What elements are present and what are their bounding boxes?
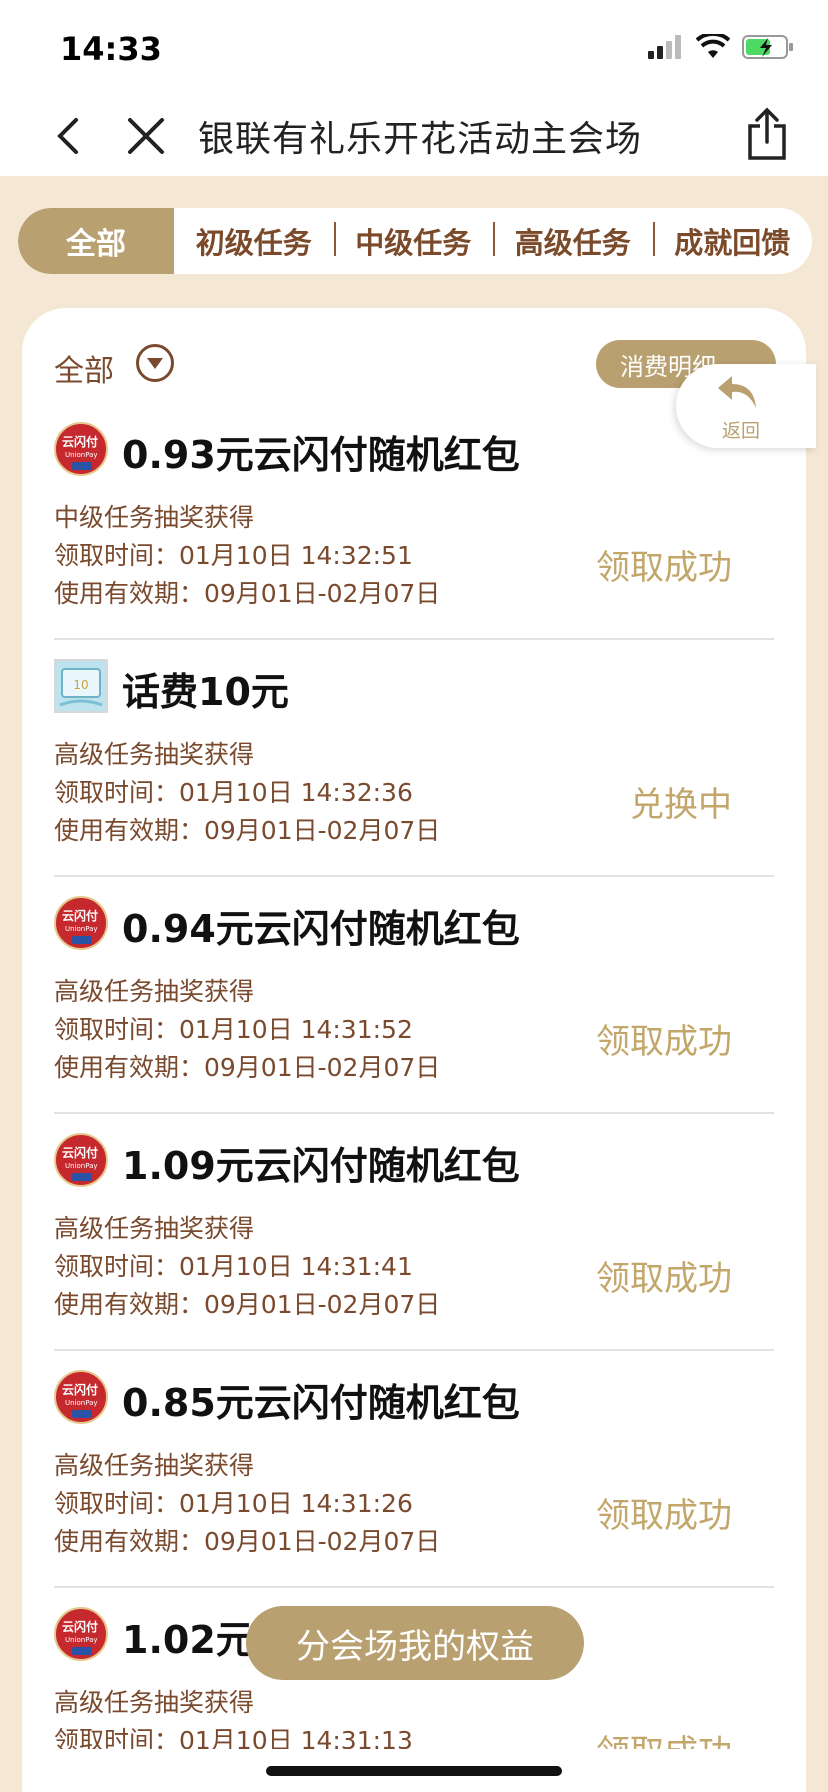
record-item[interactable]: 云闪付 UnionPay 0.85元云闪付随机红包 高级任务抽奖获得 领取时间：… bbox=[54, 1352, 774, 1588]
signal-icon bbox=[648, 35, 681, 59]
record-title: 1.09元云闪付随机红包 bbox=[122, 1144, 520, 1188]
record-time: 领取时间：01月10日 14:32:51 bbox=[54, 541, 413, 570]
record-status: 领取成功 bbox=[596, 1496, 732, 1536]
filter-label[interactable]: 全部 bbox=[54, 346, 114, 390]
record-status: 领取成功 bbox=[596, 1022, 732, 1062]
record-item[interactable]: 云闪付 UnionPay 1.09元云闪付随机红包 高级任务抽奖获得 领取时间：… bbox=[54, 1115, 774, 1351]
back-icon[interactable] bbox=[44, 110, 96, 162]
unionpay-icon-text: 云闪付 bbox=[62, 1383, 99, 1397]
record-time: 领取时间：01月10日 14:31:41 bbox=[54, 1252, 413, 1281]
tab-all[interactable]: 全部 bbox=[18, 208, 174, 274]
unionpay-icon-text: 云闪付 bbox=[62, 1620, 99, 1634]
return-label: 返回 bbox=[722, 420, 761, 442]
record-validity: 使用有效期：09月01日-02月07日 bbox=[54, 1053, 441, 1082]
unionpay-icon-text: 云闪付 bbox=[62, 909, 99, 923]
record-source: 高级任务抽奖获得 bbox=[54, 740, 255, 769]
tab-advanced[interactable]: 高级任务 bbox=[493, 220, 653, 262]
unionpay-icon-text: 云闪付 bbox=[62, 1146, 99, 1160]
nav-bar: 银联有礼乐开花活动主会场 bbox=[0, 96, 828, 176]
dropdown-icon[interactable] bbox=[136, 344, 174, 382]
record-item[interactable]: 云闪付 UnionPay 0.93元云闪付随机红包 中级任务抽奖获得 领取时间：… bbox=[54, 404, 774, 640]
record-title: 0.94元云闪付随机红包 bbox=[122, 907, 520, 951]
record-title: 0.85元云闪付随机红包 bbox=[122, 1381, 520, 1425]
tab-achievement[interactable]: 成就回馈 bbox=[652, 220, 813, 262]
record-validity: 使用有效期：09月01日-02月07日 bbox=[54, 1527, 441, 1556]
record-title: 话费10元 bbox=[122, 670, 289, 714]
phone-credit-icon: 10 bbox=[54, 659, 108, 713]
svg-text:10: 10 bbox=[73, 678, 88, 692]
record-source: 中级任务抽奖获得 bbox=[54, 503, 255, 532]
record-time: 领取时间：01月10日 14:32:36 bbox=[54, 778, 413, 807]
record-title: 0.93元云闪付随机红包 bbox=[122, 433, 520, 477]
record-time: 领取时间：01月10日 14:31:13 bbox=[54, 1726, 413, 1749]
close-icon[interactable] bbox=[120, 110, 172, 162]
unionpay-icon-subtext: UnionPay bbox=[65, 1399, 98, 1407]
record-validity: 使用有效期：09月01日-02月07日 bbox=[54, 816, 441, 845]
unionpay-icon: 云闪付 UnionPay bbox=[54, 422, 108, 476]
my-benefits-button[interactable]: 分会场我的权益 bbox=[246, 1606, 584, 1680]
record-source: 高级任务抽奖获得 bbox=[54, 1451, 255, 1480]
status-icons bbox=[648, 34, 794, 60]
unionpay-icon-subtext: UnionPay bbox=[65, 925, 98, 933]
my-benefits-label: 分会场我的权益 bbox=[296, 1626, 534, 1667]
unionpay-icon: 云闪付 UnionPay bbox=[54, 1133, 108, 1187]
record-status: 领取成功 bbox=[596, 548, 732, 588]
tab-intermediate[interactable]: 中级任务 bbox=[333, 220, 494, 262]
status-time: 14:33 bbox=[60, 30, 162, 68]
record-status: 兑换中 bbox=[630, 785, 732, 825]
record-status: 领取成功 bbox=[596, 1725, 732, 1749]
record-validity: 使用有效期：09月01日-02月07日 bbox=[54, 579, 441, 608]
tab-beginner[interactable]: 初级任务 bbox=[174, 220, 334, 262]
unionpay-icon: 云闪付 UnionPay bbox=[54, 1607, 108, 1661]
record-item[interactable]: 10 话费10元 高级任务抽奖获得 领取时间：01月10日 14:32:36 使… bbox=[54, 641, 774, 877]
return-icon bbox=[718, 376, 756, 408]
record-validity: 使用有效期：09月01日-02月07日 bbox=[54, 1290, 441, 1319]
unionpay-icon-subtext: UnionPay bbox=[65, 1162, 98, 1170]
return-button[interactable]: 返回 bbox=[676, 364, 816, 448]
record-status: 领取成功 bbox=[596, 1259, 732, 1299]
unionpay-icon-text: 云闪付 bbox=[62, 435, 99, 449]
home-indicator bbox=[266, 1766, 562, 1776]
record-item[interactable]: 云闪付 UnionPay 0.94元云闪付随机红包 高级任务抽奖获得 领取时间：… bbox=[54, 878, 774, 1114]
unionpay-icon-subtext: UnionPay bbox=[65, 1636, 98, 1644]
status-bar: 14:33 bbox=[0, 0, 828, 96]
share-icon[interactable] bbox=[742, 106, 792, 162]
records-card: 全部 消费明细 云闪付 UnionPay 0.93元云闪付随机红包 中级任务抽奖… bbox=[22, 308, 806, 1792]
unionpay-icon-subtext: UnionPay bbox=[65, 451, 98, 459]
record-source: 高级任务抽奖获得 bbox=[54, 977, 255, 1006]
record-source: 高级任务抽奖获得 bbox=[54, 1214, 255, 1243]
record-time: 领取时间：01月10日 14:31:52 bbox=[54, 1015, 413, 1044]
page-title: 银联有礼乐开花活动主会场 bbox=[198, 119, 643, 160]
wifi-icon bbox=[696, 34, 730, 58]
unionpay-icon: 云闪付 UnionPay bbox=[54, 1370, 108, 1424]
record-source: 高级任务抽奖获得 bbox=[54, 1688, 255, 1717]
record-time: 领取时间：01月10日 14:31:26 bbox=[54, 1489, 413, 1518]
battery-icon bbox=[742, 35, 793, 59]
tab-bar: 全部 初级任务 中级任务 高级任务 成就回馈 bbox=[18, 208, 812, 274]
unionpay-icon: 云闪付 UnionPay bbox=[54, 896, 108, 950]
